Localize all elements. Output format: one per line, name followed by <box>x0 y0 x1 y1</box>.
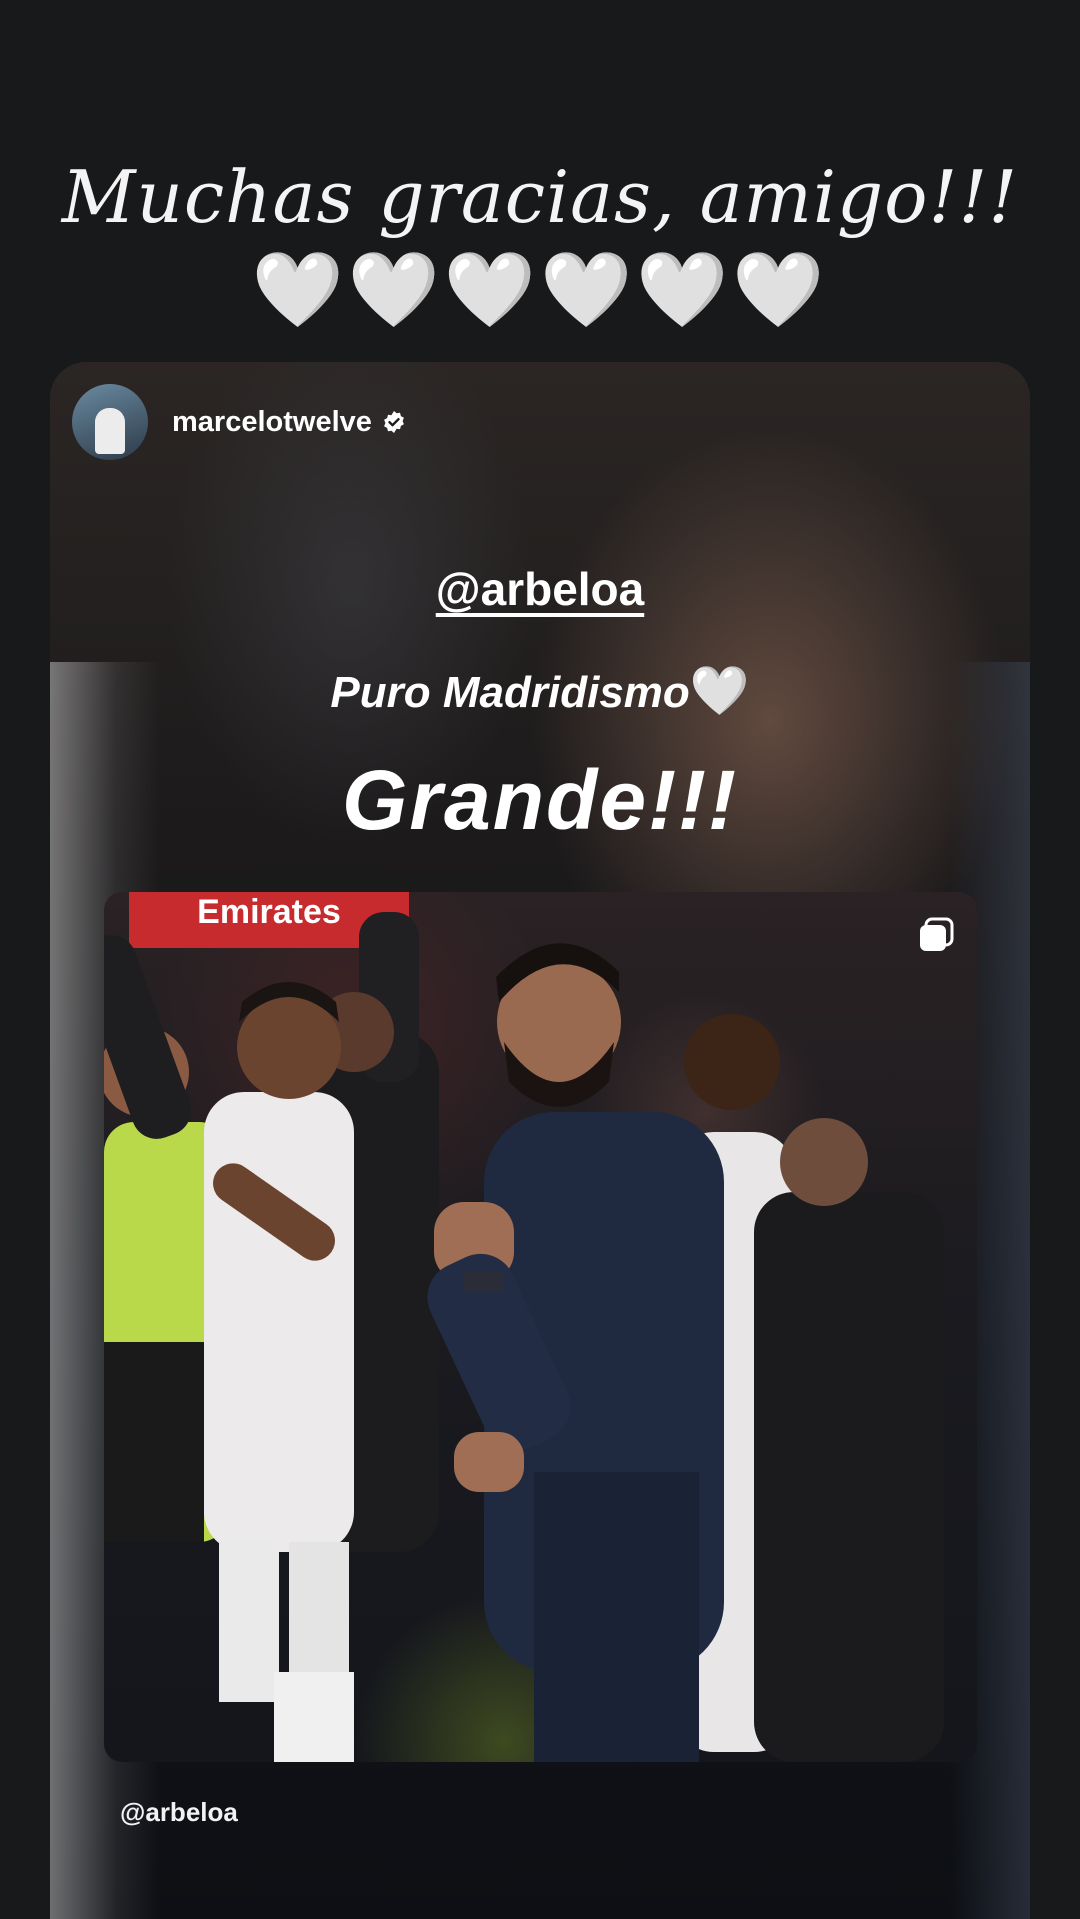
verified-badge-icon <box>383 411 404 433</box>
avatar[interactable] <box>72 384 148 460</box>
post-author-row[interactable]: marcelotwelve <box>72 384 406 460</box>
headline-text: Grande!!! <box>342 753 738 847</box>
photo-scene <box>104 912 944 1762</box>
shared-post-card[interactable]: marcelotwelve @arbeloa Puro Madridismo🤍 … <box>50 362 1030 1919</box>
hearts-row: 🤍🤍🤍🤍🤍🤍 <box>251 248 829 331</box>
mention-link-top[interactable]: @arbeloa <box>50 562 1030 616</box>
mention-tag-bottom[interactable]: @arbeloa <box>120 1797 238 1828</box>
author-username[interactable]: marcelotwelve <box>172 406 372 439</box>
player-white-figure <box>204 982 354 1762</box>
caption-text: Puro Madridismo <box>330 668 690 717</box>
caption: Puro Madridismo🤍 <box>50 662 1030 719</box>
story-header-text: Muchas gracias, amigo!!! <box>61 155 1019 239</box>
avatar-person-shape <box>95 408 125 454</box>
coach-figure <box>427 943 724 1762</box>
carousel-icon <box>920 917 954 951</box>
white-heart-icon: 🤍 <box>689 665 750 718</box>
post-photo[interactable]: Emirates <box>104 892 977 1762</box>
